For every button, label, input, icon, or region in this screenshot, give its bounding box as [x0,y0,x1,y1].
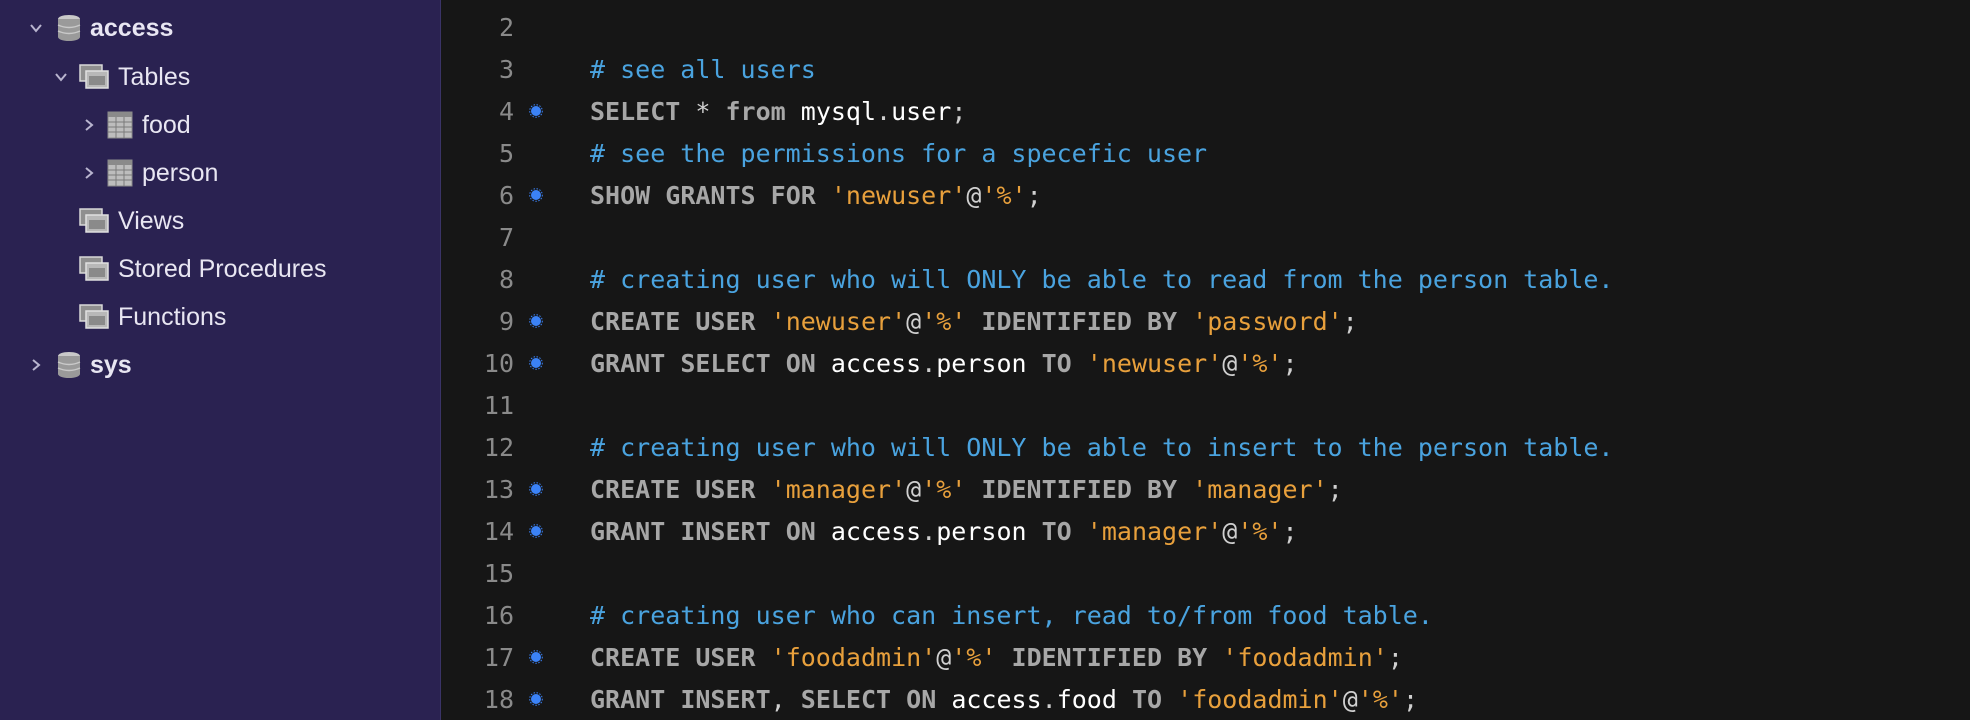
chevron-down-icon[interactable] [50,66,72,88]
code-line[interactable]: 17 CREATE USER 'foodadmin'@'%' IDENTIFIED… [442,636,1970,678]
breakpoint-icon[interactable] [529,524,543,538]
code-line[interactable]: 13 CREATE USER 'manager'@'%' IDENTIFIED B… [442,468,1970,510]
tree-item-person[interactable]: person [0,153,441,193]
table-icon [106,158,134,188]
chevron-right-icon[interactable] [78,114,100,136]
tree-item-label: sys [90,350,132,379]
line-number: 10 [483,348,514,378]
line-number: 7 [498,222,514,252]
code-line[interactable]: 6 SHOW GRANTS FOR 'newuser'@'%'; [442,174,1970,216]
breakpoint-icon[interactable] [529,188,543,202]
line-number: 12 [483,432,514,462]
code-text: SELECT * from mysql.user; [590,96,967,126]
line-number: 14 [483,516,514,546]
code-text: CREATE USER 'foodadmin'@'%' IDENTIFIED B… [590,642,1403,672]
code-line[interactable]: 8 # creating user who will ONLY be able t… [442,258,1970,300]
chevron-right-icon[interactable] [78,162,100,184]
code-line[interactable]: 5 # see the permissions for a specefic us… [442,132,1970,174]
breakpoint-icon[interactable] [529,356,543,370]
code-line[interactable]: 4 SELECT * from mysql.user; [442,90,1970,132]
database-icon [56,350,82,380]
code-line[interactable]: 16 # creating user who can insert, read t… [442,594,1970,636]
chevron-down-icon[interactable] [25,17,47,39]
code-text: GRANT INSERT ON access.person TO 'manage… [590,516,1298,546]
line-number: 18 [483,684,514,714]
tree-item-sys[interactable]: sys [0,345,441,385]
line-number: 6 [498,180,514,210]
line-number: 8 [498,264,514,294]
code-text: GRANT INSERT, SELECT ON access.food TO '… [590,684,1418,714]
tree-item-tables[interactable]: Tables [0,57,441,97]
code-line[interactable]: 18 GRANT INSERT, SELECT ON access.food TO… [442,678,1970,720]
code-text: CREATE USER 'manager'@'%' IDENTIFIED BY … [590,474,1343,504]
code-text: SHOW GRANTS FOR 'newuser'@'%'; [590,180,1042,210]
sql-editor[interactable]: 2 3 # see all users 4 SELECT * from mysql.us… [442,0,1970,720]
folder-stack-icon [78,255,110,283]
folder-stack-icon [78,207,110,235]
code-line[interactable]: 7 [442,216,1970,258]
code-text: # creating user who will ONLY be able to… [590,432,1614,462]
line-number: 17 [483,642,514,672]
breakpoint-icon[interactable] [529,482,543,496]
code-text: GRANT SELECT ON access.person TO 'newuse… [590,348,1298,378]
line-number: 2 [498,12,514,42]
code-text: # creating user who can insert, read to/… [590,600,1433,630]
code-text: # see all users [590,54,816,84]
code-line[interactable]: 2 [442,6,1970,48]
tree-item-label: Functions [118,302,227,331]
breakpoint-icon[interactable] [529,650,543,664]
line-number: 5 [498,138,514,168]
database-icon [56,13,82,43]
code-text: # see the permissions for a specefic use… [590,138,1208,168]
chevron-right-icon[interactable] [25,354,47,376]
tree-item-label: Views [118,206,185,235]
line-number: 3 [498,54,514,84]
code-text: CREATE USER 'newuser'@'%' IDENTIFIED BY … [590,306,1358,336]
tree-item-stored-procedures[interactable]: Stored Procedures [0,249,441,289]
tree-item-label: access [90,13,174,42]
breakpoint-icon[interactable] [529,104,543,118]
tree-item-food[interactable]: food [0,105,441,145]
code-line[interactable]: 3 # see all users [442,48,1970,90]
tree-item-views[interactable]: Views [0,201,441,241]
code-line[interactable]: 14 GRANT INSERT ON access.person TO 'mana… [442,510,1970,552]
code-line[interactable]: 12 # creating user who will ONLY be able … [442,426,1970,468]
line-number: 11 [483,390,514,420]
code-line[interactable]: 9 CREATE USER 'newuser'@'%' IDENTIFIED BY… [442,300,1970,342]
code-line[interactable]: 10 GRANT SELECT ON access.person TO 'newu… [442,342,1970,384]
folder-stack-icon [78,303,110,331]
breakpoint-icon[interactable] [529,692,543,706]
tree-item-functions[interactable]: Functions [0,297,441,337]
code-text: # creating user who will ONLY be able to… [590,264,1614,294]
folder-stack-icon [78,63,110,91]
line-number: 13 [483,474,514,504]
schema-sidebar: access Tables food person Views Stored P… [0,0,441,720]
tree-item-label: Tables [118,62,191,91]
table-icon [106,110,134,140]
tree-item-label: food [142,110,191,139]
tree-item-access[interactable]: access [0,8,441,48]
tree-item-label: Stored Procedures [118,254,327,283]
line-number: 9 [498,306,514,336]
line-number: 4 [498,96,514,126]
tree-item-label: person [142,158,219,187]
code-line[interactable]: 11 [442,384,1970,426]
code-line[interactable]: 15 [442,552,1970,594]
line-number: 16 [483,600,514,630]
breakpoint-icon[interactable] [529,314,543,328]
line-number: 15 [483,558,514,588]
